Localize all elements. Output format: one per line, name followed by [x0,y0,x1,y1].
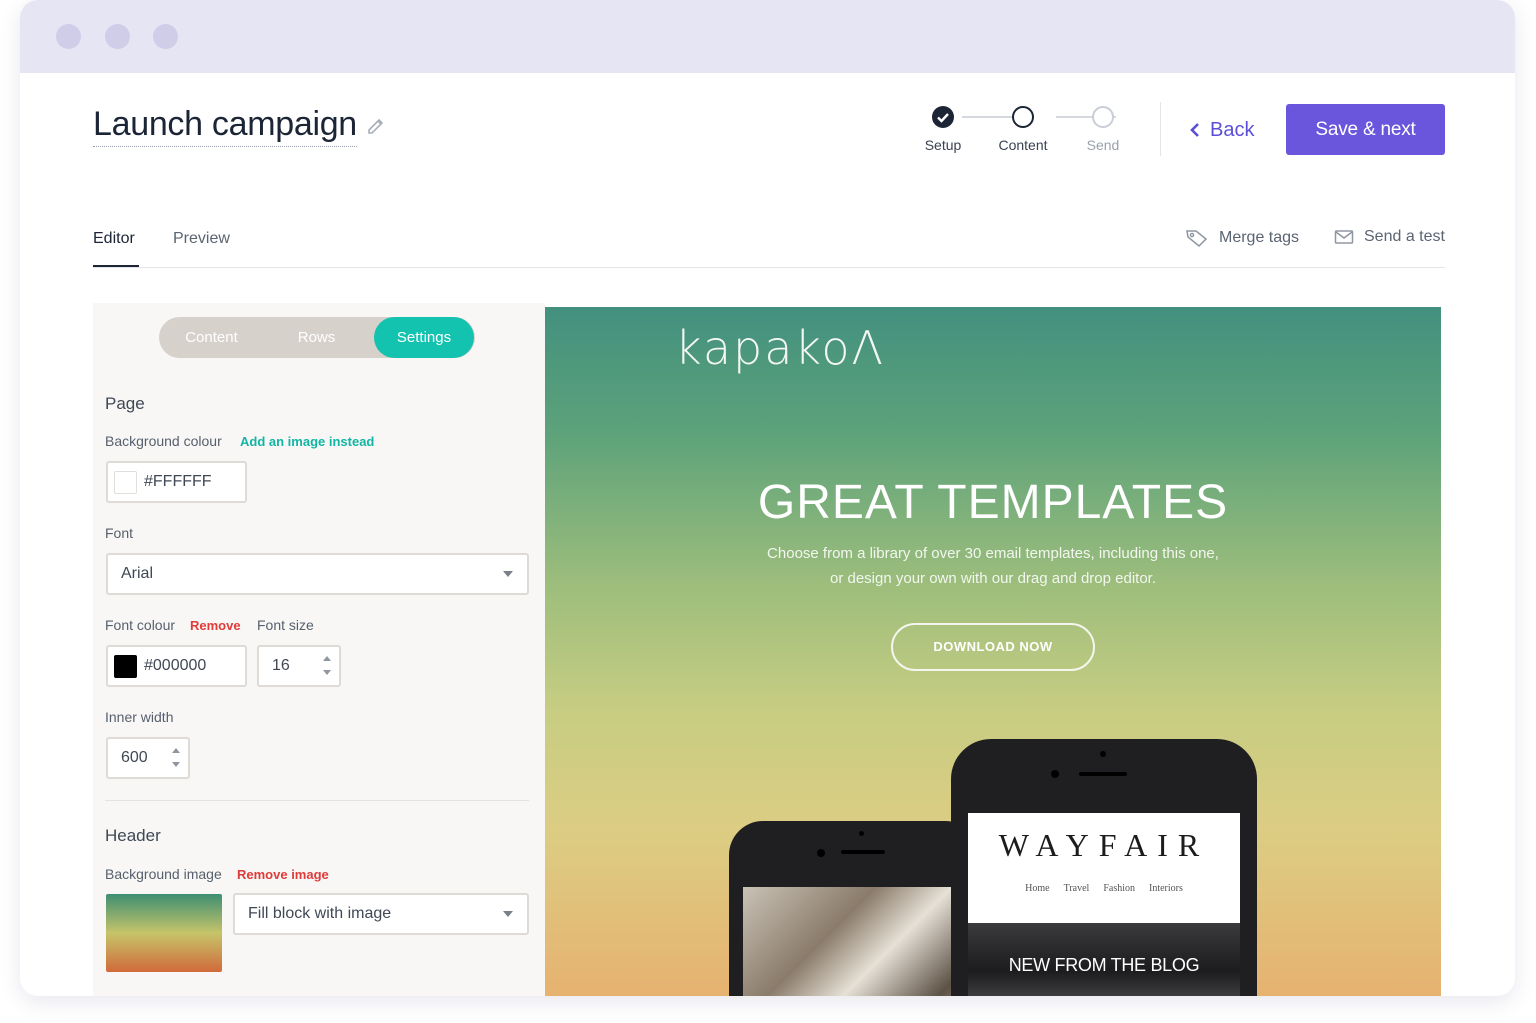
step-upcoming-circle[interactable] [1092,106,1114,128]
send-test-button[interactable]: Send a test [1334,228,1445,246]
section-heading-header: Header [105,826,161,845]
section-heading-page: Page [105,394,145,413]
hero-subtitle-line-2[interactable]: or design your own with our drag and dro… [545,570,1441,587]
phone-hero-text: NEW FROM THE BLOG [1008,955,1200,975]
hero-title[interactable]: GREAT TEMPLATES [545,475,1441,530]
header-divider [1160,102,1161,156]
phone-nav: Home Travel Fashion Interiors [968,883,1240,894]
download-now-button[interactable]: DOWNLOAD NOW [891,623,1095,671]
remove-image-link[interactable]: Remove image [237,867,329,882]
envelope-icon [1334,230,1354,244]
phone-nav-item: Home [1025,883,1050,894]
phone-camera [817,849,825,857]
step-done-check-icon[interactable] [932,106,954,128]
chevron-left-icon [1190,123,1199,137]
font-colour-swatch[interactable] [114,655,137,678]
hero-subtitle-line-1[interactable]: Choose from a library of over 30 email t… [545,545,1441,562]
save-next-button[interactable]: Save & next [1286,104,1445,155]
header-bg-image-thumbnail[interactable] [106,894,222,972]
phone-sensor [859,831,864,836]
phone-sensor [1100,751,1106,757]
segment-settings[interactable]: Settings [374,317,474,358]
segment-content[interactable]: Content [159,317,264,358]
font-size-label: Font size [257,617,314,633]
font-size-value: 16 [272,657,290,674]
bg-image-label: Background image [105,866,222,882]
remove-font-colour-link[interactable]: Remove [190,618,241,633]
decrement-arrow-icon[interactable] [172,762,180,767]
font-colour-value: #000000 [144,657,207,674]
segment-rows[interactable]: Rows [264,317,369,358]
font-label: Font [105,525,134,541]
email-preview-canvas[interactable]: kapakoΛ GREAT TEMPLATES Choose from a li… [545,307,1441,996]
phone-nav-item: Travel [1063,883,1090,894]
phone-nav-item: Interiors [1148,883,1183,894]
font-select-value: Arial [121,565,154,582]
brand-logo: kapakoΛ [675,321,886,375]
tabs-divider [93,267,1445,268]
interior-photo [743,887,963,996]
merge-tags-button[interactable]: Merge tags [1185,228,1299,248]
increment-arrow-icon[interactable] [172,748,180,753]
step-current-circle[interactable] [1012,106,1034,128]
section-divider [105,800,529,801]
pencil-icon[interactable] [365,114,387,136]
fill-mode-value: Fill block with image [248,905,392,922]
add-image-link[interactable]: Add an image instead [240,434,374,449]
settings-panel: Content Rows Settings Page Background co… [93,303,545,996]
inner-width-stepper[interactable]: 600 [106,737,190,779]
phone-mockup-back [729,821,979,996]
font-size-stepper[interactable]: 16 [257,645,341,687]
progress-stepper: Setup Content Send [910,103,1140,163]
page-title[interactable]: Launch campaign [93,104,357,147]
tab-preview[interactable]: Preview [173,230,230,248]
bg-colour-swatch[interactable] [114,471,137,494]
app-window: Launch campaign Setup Content Send Back … [20,0,1515,996]
font-select[interactable]: Arial [106,553,529,595]
tag-icon [1186,230,1208,248]
chevron-down-icon [503,911,513,917]
merge-tags-label: Merge tags [1219,229,1300,246]
phone-speaker [841,850,885,854]
inner-width-value: 600 [121,749,148,766]
back-button-label: Back [1210,118,1255,141]
inner-width-label: Inner width [105,709,174,725]
bg-colour-input[interactable]: #FFFFFF [106,461,247,503]
bg-colour-label: Background colour [105,433,222,449]
phone-hero-image: NEW FROM THE BLOG [968,923,1240,996]
chevron-down-icon [503,571,513,577]
decrement-arrow-icon[interactable] [323,670,331,675]
window-zoom-dot[interactable] [153,24,178,49]
fill-mode-select[interactable]: Fill block with image [233,893,529,935]
window-titlebar [20,0,1515,73]
font-colour-input[interactable]: #000000 [106,645,247,687]
phone-screen: WAYFAIR Home Travel Fashion Interiors NE… [968,813,1240,996]
bg-colour-value: #FFFFFF [144,473,212,490]
panel-segmented-control: Content Rows Settings [159,317,475,358]
step-label-content: Content [998,137,1048,153]
phone-mockup-front: WAYFAIR Home Travel Fashion Interiors NE… [951,739,1257,996]
phone-camera [1051,770,1059,778]
phone-nav-item: Fashion [1103,883,1135,894]
send-test-label: Send a test [1364,228,1445,245]
phone-speaker [1079,772,1127,776]
step-label-send: Send [1086,137,1120,153]
font-colour-label: Font colour [105,617,176,633]
increment-arrow-icon[interactable] [323,656,331,661]
back-button[interactable]: Back [1188,114,1254,146]
step-label-setup: Setup [924,137,962,153]
wayfair-logo: WAYFAIR [998,827,1210,863]
window-minimize-dot[interactable] [105,24,130,49]
window-close-dot[interactable] [56,24,81,49]
tab-editor[interactable]: Editor [93,230,135,248]
